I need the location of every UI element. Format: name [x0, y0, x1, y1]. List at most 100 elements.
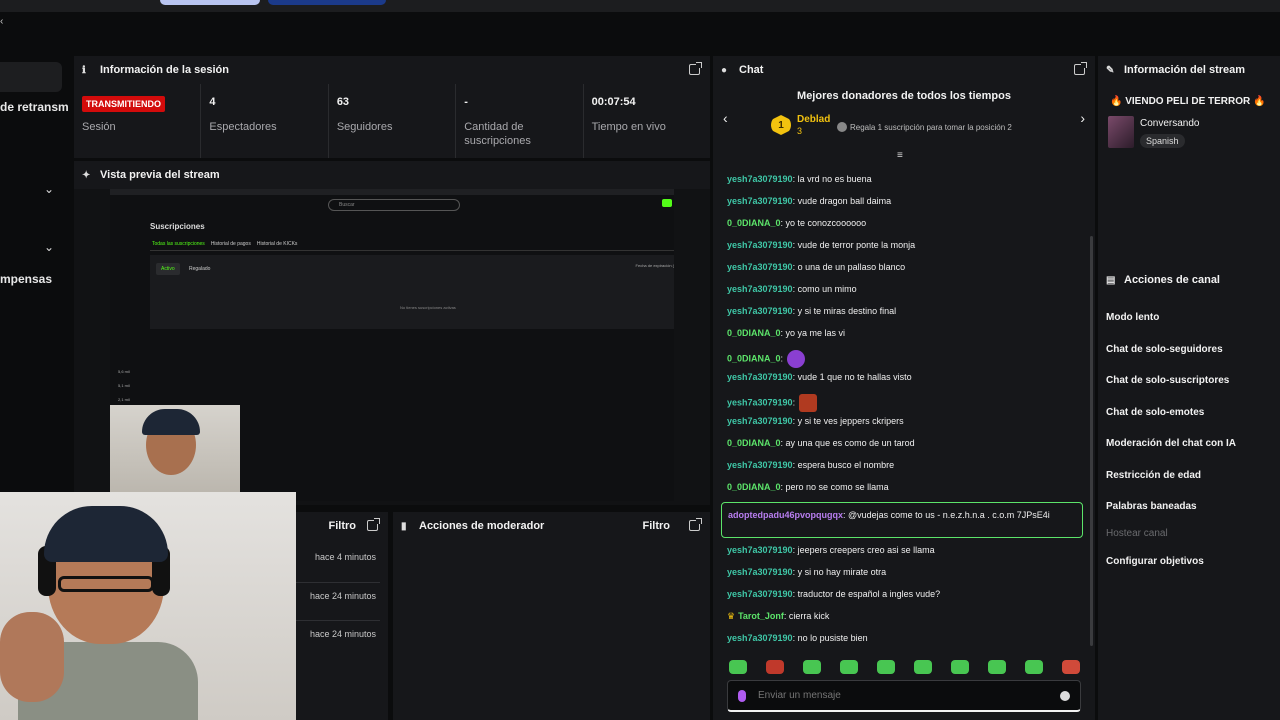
- channel-action-item[interactable]: Moderación del chat con IA: [1106, 438, 1236, 449]
- chat-username[interactable]: 0_0DIANA_0: [727, 438, 781, 448]
- filter-button[interactable]: Filtro: [643, 520, 671, 532]
- chat-username[interactable]: yesh7a3079190: [727, 545, 793, 555]
- panel-header: ✦ Vista previa del stream: [74, 161, 710, 189]
- emote-button[interactable]: [951, 660, 969, 674]
- popout-icon[interactable]: [1074, 62, 1087, 75]
- chat-message: yesh7a3079190: jeepers creepers creo asi…: [727, 545, 1077, 555]
- preview-green-button: [662, 199, 672, 207]
- browser-tab-pill[interactable]: [160, 0, 260, 5]
- channel-action-item[interactable]: Modo lento: [1106, 312, 1159, 323]
- chat-text: : la vrd no es buena: [792, 174, 872, 184]
- chat-username[interactable]: yesh7a3079190: [727, 567, 793, 577]
- emote-image: [799, 394, 818, 412]
- stream-info-panel: ✎ Información del stream 🔥 VIENDO PELI D…: [1098, 56, 1280, 266]
- chat-message: 0_0DIANA_0: ay una que es como de un tar…: [727, 438, 1077, 448]
- gift-sub-prompt[interactable]: Regala 1 suscripción para tomar la posic…: [837, 122, 1012, 132]
- chat-username[interactable]: yesh7a3079190: [727, 196, 793, 206]
- chat-username[interactable]: 0_0DIANA_0: [727, 328, 781, 338]
- chevron-left-icon[interactable]: ‹: [723, 110, 728, 126]
- panel-header: ▤ Acciones de canal: [1098, 266, 1280, 294]
- emote-button[interactable]: [877, 660, 895, 674]
- chat-username[interactable]: yesh7a3079190: [727, 397, 793, 407]
- channel-action-item[interactable]: Chat de solo-suscriptores: [1106, 375, 1229, 386]
- microphone-icon[interactable]: [738, 689, 746, 702]
- stat-session: TRANSMITIENDO Sesión: [74, 84, 202, 158]
- stat-label: Tiempo en vivo: [591, 121, 666, 133]
- chat-message: yesh7a3079190: espera busco el nombre: [727, 460, 1077, 470]
- chat-username[interactable]: yesh7a3079190: [727, 589, 793, 599]
- emote-button[interactable]: [1025, 660, 1043, 674]
- emote-button[interactable]: [988, 660, 1006, 674]
- popout-icon[interactable]: [689, 518, 702, 531]
- chat-username[interactable]: 0_0DIANA_0: [727, 482, 781, 492]
- emote-button[interactable]: [840, 660, 858, 674]
- preview-filter-gift: Regalado: [189, 266, 211, 272]
- chevron-down-icon[interactable]: ⌄: [44, 240, 54, 254]
- chevron-right-icon[interactable]: ›: [1080, 110, 1085, 126]
- chat-username[interactable]: 0_0DIANA_0: [727, 353, 781, 363]
- popout-icon[interactable]: [689, 62, 702, 75]
- preview-side-stat: 5,1 mil: [118, 383, 130, 388]
- chat-username[interactable]: yesh7a3079190: [727, 284, 793, 294]
- chat-message: yesh7a3079190: o una de un pallaso blanc…: [727, 262, 1077, 272]
- chat-text: : vude de terror ponte la monja: [792, 240, 916, 250]
- sidebar-item-label[interactable]: de retransm: [0, 100, 72, 114]
- emote-button[interactable]: [803, 660, 821, 674]
- chat-text: : yo ya me las vi: [780, 328, 846, 338]
- channel-action-item[interactable]: Hostear canal: [1106, 528, 1168, 539]
- emote-button[interactable]: [914, 660, 932, 674]
- chat-username[interactable]: yesh7a3079190: [727, 633, 793, 643]
- stream-category[interactable]: Conversando: [1140, 118, 1199, 129]
- chat-username[interactable]: yesh7a3079190: [727, 460, 793, 470]
- chat-text: :: [792, 397, 796, 408]
- preview-table: Activo Regalado Fecha de expiración ( No…: [150, 255, 674, 329]
- chat-text: : como un mimo: [792, 284, 857, 294]
- chat-message-input[interactable]: [758, 690, 1060, 701]
- chat-text: : cierra kick: [783, 611, 830, 621]
- preview-tab: Historial de KICKs: [256, 241, 298, 247]
- stream-preview-panel: ✦ Vista previa del stream Buscar Suscrip…: [74, 161, 710, 505]
- chat-message: 0_0DIANA_0:: [727, 350, 1077, 368]
- preview-side-stat: 5,6 mil: [118, 369, 130, 374]
- chat-username[interactable]: yesh7a3079190: [727, 372, 793, 382]
- popout-icon[interactable]: [367, 518, 380, 531]
- chat-username[interactable]: yesh7a3079190: [727, 262, 793, 272]
- chat-text: : o una de un pallaso blanco: [792, 262, 906, 272]
- filter-button[interactable]: Filtro: [329, 520, 357, 532]
- channel-action-item[interactable]: Restricción de edad: [1106, 470, 1201, 481]
- chat-username[interactable]: adoptedpadu46pvopqugqx: [728, 510, 843, 520]
- chat-input-box[interactable]: [727, 680, 1081, 712]
- sidebar-item-label[interactable]: mpensas: [0, 272, 72, 286]
- chat-username[interactable]: Tarot_Jonf: [738, 611, 784, 621]
- panel-title: Acciones de canal: [1124, 274, 1220, 286]
- preview-webcam-overlay: [110, 405, 240, 501]
- pinned-toggle-icon[interactable]: ≡: [897, 150, 903, 161]
- chat-username[interactable]: 0_0DIANA_0: [727, 218, 781, 228]
- emote-button[interactable]: [729, 660, 747, 674]
- chat-text: :: [780, 353, 784, 364]
- browser-tab-pill[interactable]: [268, 0, 386, 5]
- back-chevron-icon[interactable]: ‹: [0, 16, 3, 27]
- shield-icon: ▮: [401, 520, 407, 532]
- chat-scrollbar[interactable]: [1090, 236, 1093, 646]
- browser-top-bar: [0, 0, 1280, 12]
- channel-action-item[interactable]: Configurar objetivos: [1106, 556, 1204, 567]
- channel-action-item[interactable]: Chat de solo-seguidores: [1106, 344, 1223, 355]
- sidebar-selected-item[interactable]: [0, 62, 62, 92]
- chat-message: yesh7a3079190: no lo pusiste bien: [727, 633, 1077, 643]
- preview-side-stat: 2,1 mil: [118, 397, 130, 402]
- stat-label: Cantidad de suscripciones: [464, 121, 531, 147]
- chat-username[interactable]: yesh7a3079190: [727, 416, 793, 426]
- stream-preview-video[interactable]: Buscar Suscripciones Todas las suscripci…: [110, 189, 674, 501]
- chat-message: yesh7a3079190: vude 1 que no te hallas v…: [727, 372, 1077, 382]
- emote-button[interactable]: [766, 660, 784, 674]
- chat-username[interactable]: yesh7a3079190: [727, 174, 793, 184]
- gift-text: Regala 1 suscripción para tomar la posic…: [850, 123, 1012, 132]
- chevron-down-icon[interactable]: ⌄: [44, 182, 54, 196]
- chat-username[interactable]: yesh7a3079190: [727, 306, 793, 316]
- channel-action-item[interactable]: Palabras baneadas: [1106, 501, 1197, 512]
- emote-button[interactable]: [1062, 660, 1080, 674]
- emoji-icon[interactable]: [1060, 690, 1070, 701]
- chat-username[interactable]: yesh7a3079190: [727, 240, 793, 250]
- channel-action-item[interactable]: Chat de solo-emotes: [1106, 407, 1204, 418]
